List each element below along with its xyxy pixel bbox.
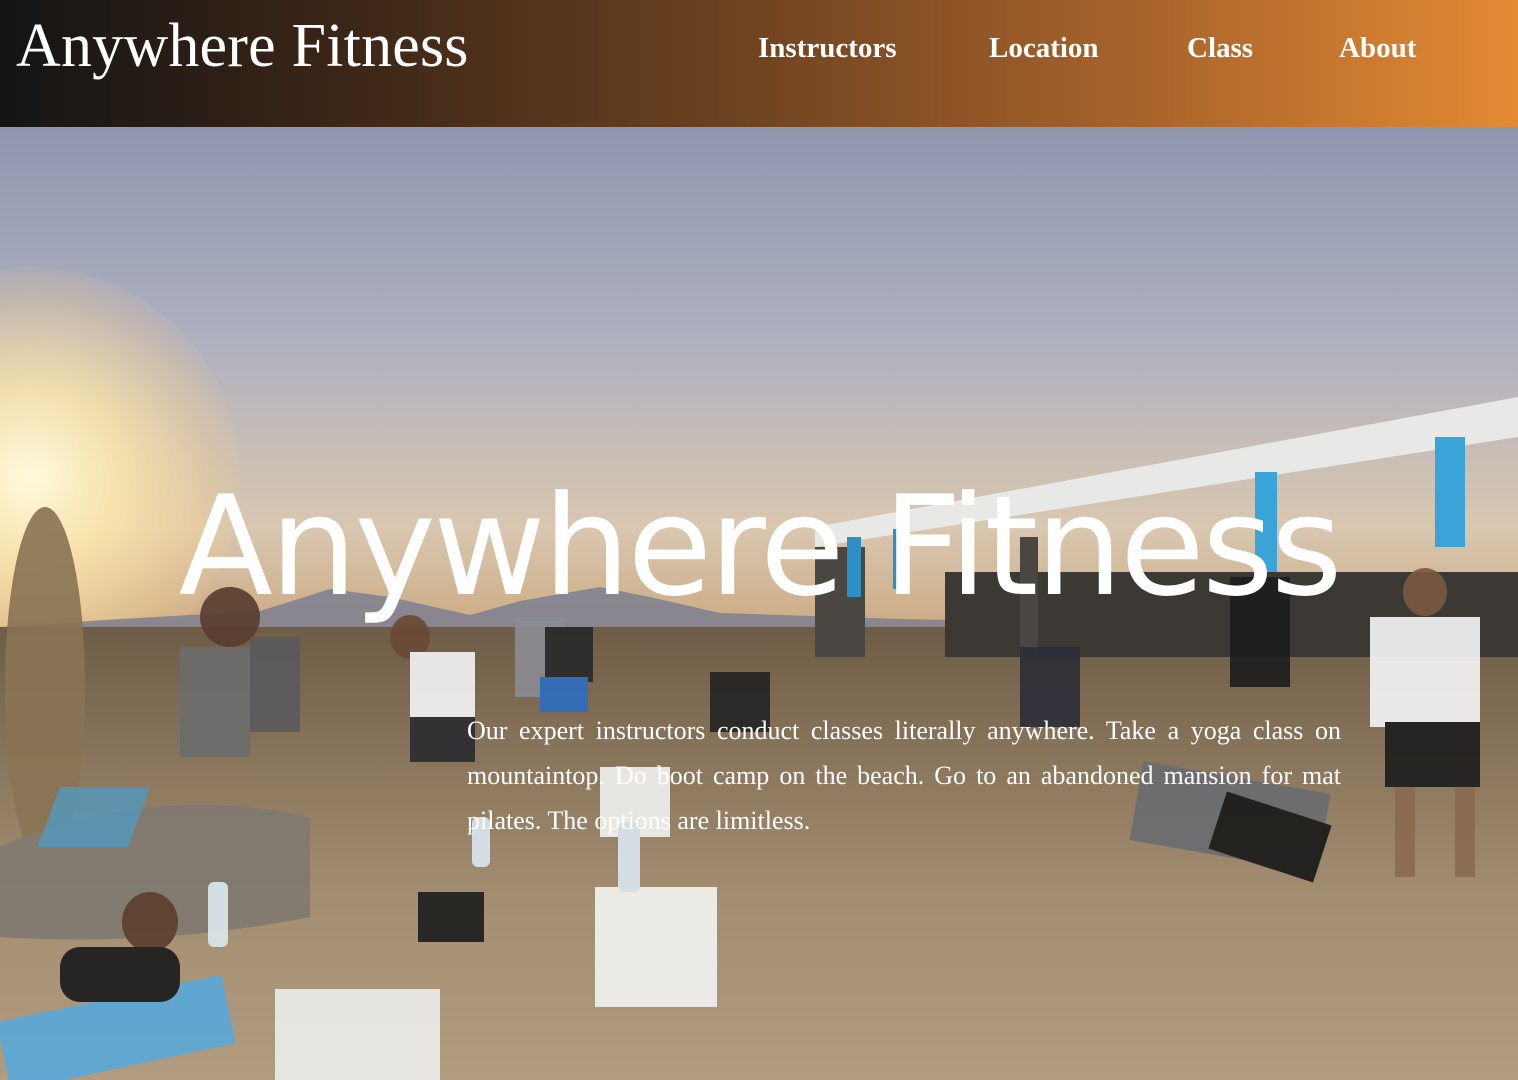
site-logo[interactable]: Anywhere Fitness [16,6,469,86]
hero-description: Our expert instructors conduct classes l… [467,716,1341,835]
hero-section: Anywhere Fitness Our expert instructors … [0,127,1518,1080]
nav-link-location[interactable]: Location [989,28,1099,68]
hero-title: Anywhere Fitness [178,466,1342,628]
site-header: Anywhere Fitness Instructors Location Cl… [0,0,1518,127]
nav-link-instructors[interactable]: Instructors [758,28,897,68]
nav-link-class[interactable]: Class [1187,28,1253,68]
nav-link-about[interactable]: About [1339,28,1416,68]
